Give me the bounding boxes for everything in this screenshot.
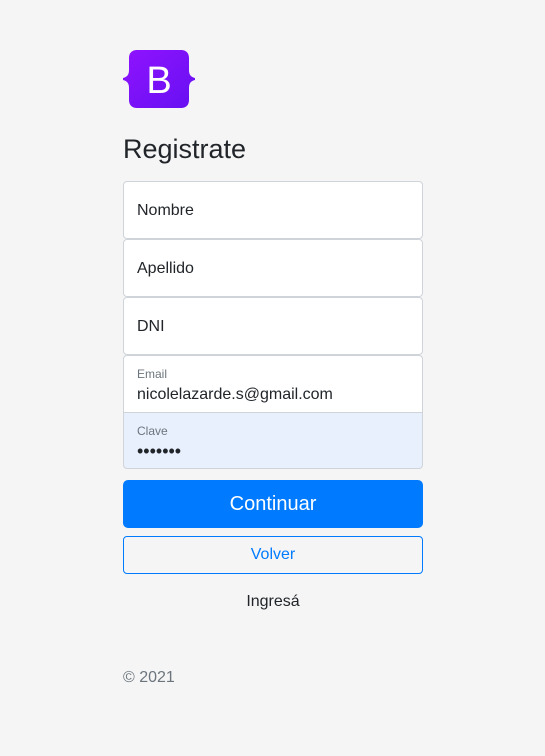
copyright: © 2021	[123, 669, 175, 686]
email-value: nicolelazarde.s@gmail.com	[137, 386, 333, 403]
nombre-placeholder: Nombre	[137, 202, 194, 219]
email-label: Email	[137, 367, 168, 381]
nombre-input[interactable]: Nombre	[123, 181, 423, 239]
apellido-placeholder: Apellido	[137, 260, 194, 277]
continue-button[interactable]: Continuar	[123, 480, 423, 528]
password-value: •••••••	[137, 441, 182, 461]
password-label: Clave	[137, 424, 168, 438]
logo-letter: B	[146, 60, 171, 102]
password-field[interactable]: Clave •••••••	[123, 412, 423, 469]
bootstrap-logo-icon: B	[123, 50, 195, 108]
apellido-input[interactable]: Apellido	[123, 239, 423, 297]
dni-placeholder: DNI	[137, 318, 165, 335]
login-link[interactable]: Ingresá	[123, 593, 423, 611]
signup-form: B Registrate Nombre Apellido DNI Email n…	[123, 50, 423, 687]
email-field[interactable]: Email nicolelazarde.s@gmail.com	[123, 355, 423, 412]
field-group: Nombre Apellido DNI Email nicolelazarde.…	[123, 181, 423, 469]
page-title: Registrate	[123, 134, 247, 164]
back-button[interactable]: Volver	[123, 536, 423, 574]
dni-input[interactable]: DNI	[123, 297, 423, 355]
